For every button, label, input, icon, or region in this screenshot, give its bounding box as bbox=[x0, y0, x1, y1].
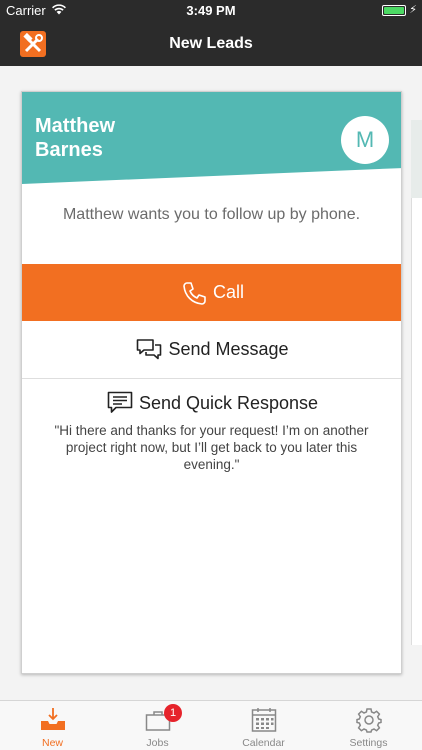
next-lead-card-peek-header bbox=[411, 120, 422, 198]
jobs-badge: 1 bbox=[164, 704, 182, 722]
gear-icon bbox=[356, 708, 382, 733]
quick-response-text: "Hi there and thanks for your request! I… bbox=[54, 423, 369, 472]
lead-name: Matthew Barnes bbox=[35, 115, 115, 161]
avatar: M bbox=[341, 116, 389, 164]
lead-card-header: Matthew Barnes M bbox=[22, 92, 401, 187]
phone-icon bbox=[183, 281, 206, 305]
send-message-label: Send Message bbox=[168, 339, 289, 359]
top-bar: Carrier 3:49 PM ⚡ New Leads bbox=[0, 0, 422, 66]
tab-jobs-label: Jobs bbox=[146, 737, 169, 749]
battery-icon bbox=[382, 5, 406, 16]
lead-request-message: Matthew wants you to follow up by phone. bbox=[62, 206, 361, 223]
page-title: New Leads bbox=[169, 35, 253, 52]
tab-jobs[interactable]: 1 Jobs bbox=[105, 701, 210, 750]
call-button-label: Call bbox=[212, 282, 244, 302]
charging-bolt-icon: ⚡ bbox=[409, 4, 417, 16]
tab-settings-label: Settings bbox=[349, 737, 388, 749]
send-message-button[interactable]: Send Message bbox=[22, 321, 401, 379]
calendar-icon bbox=[251, 708, 277, 732]
chat-bubbles-icon bbox=[137, 338, 162, 359]
status-bar: Carrier 3:49 PM ⚡ bbox=[0, 0, 422, 22]
tab-new-label: New bbox=[41, 737, 63, 749]
tab-new[interactable]: New bbox=[0, 701, 105, 750]
clock: 3:49 PM bbox=[186, 3, 236, 18]
send-quick-response-button[interactable]: Send Quick Response bbox=[22, 388, 401, 418]
tab-calendar[interactable]: Calendar bbox=[211, 701, 316, 750]
tab-bar: New 1 Jobs Calendar Settings bbox=[0, 700, 422, 750]
message-lines-icon bbox=[107, 391, 133, 413]
call-button[interactable]: Call bbox=[22, 264, 401, 321]
tab-calendar-label: Calendar bbox=[242, 737, 285, 749]
inbox-download-icon bbox=[41, 708, 65, 730]
next-lead-card-peek[interactable] bbox=[411, 120, 422, 645]
lead-card: Matthew Barnes M Matthew wants you to fo… bbox=[21, 91, 402, 674]
send-quick-response-label: Send Quick Response bbox=[138, 392, 319, 413]
tab-settings[interactable]: Settings bbox=[316, 701, 421, 750]
